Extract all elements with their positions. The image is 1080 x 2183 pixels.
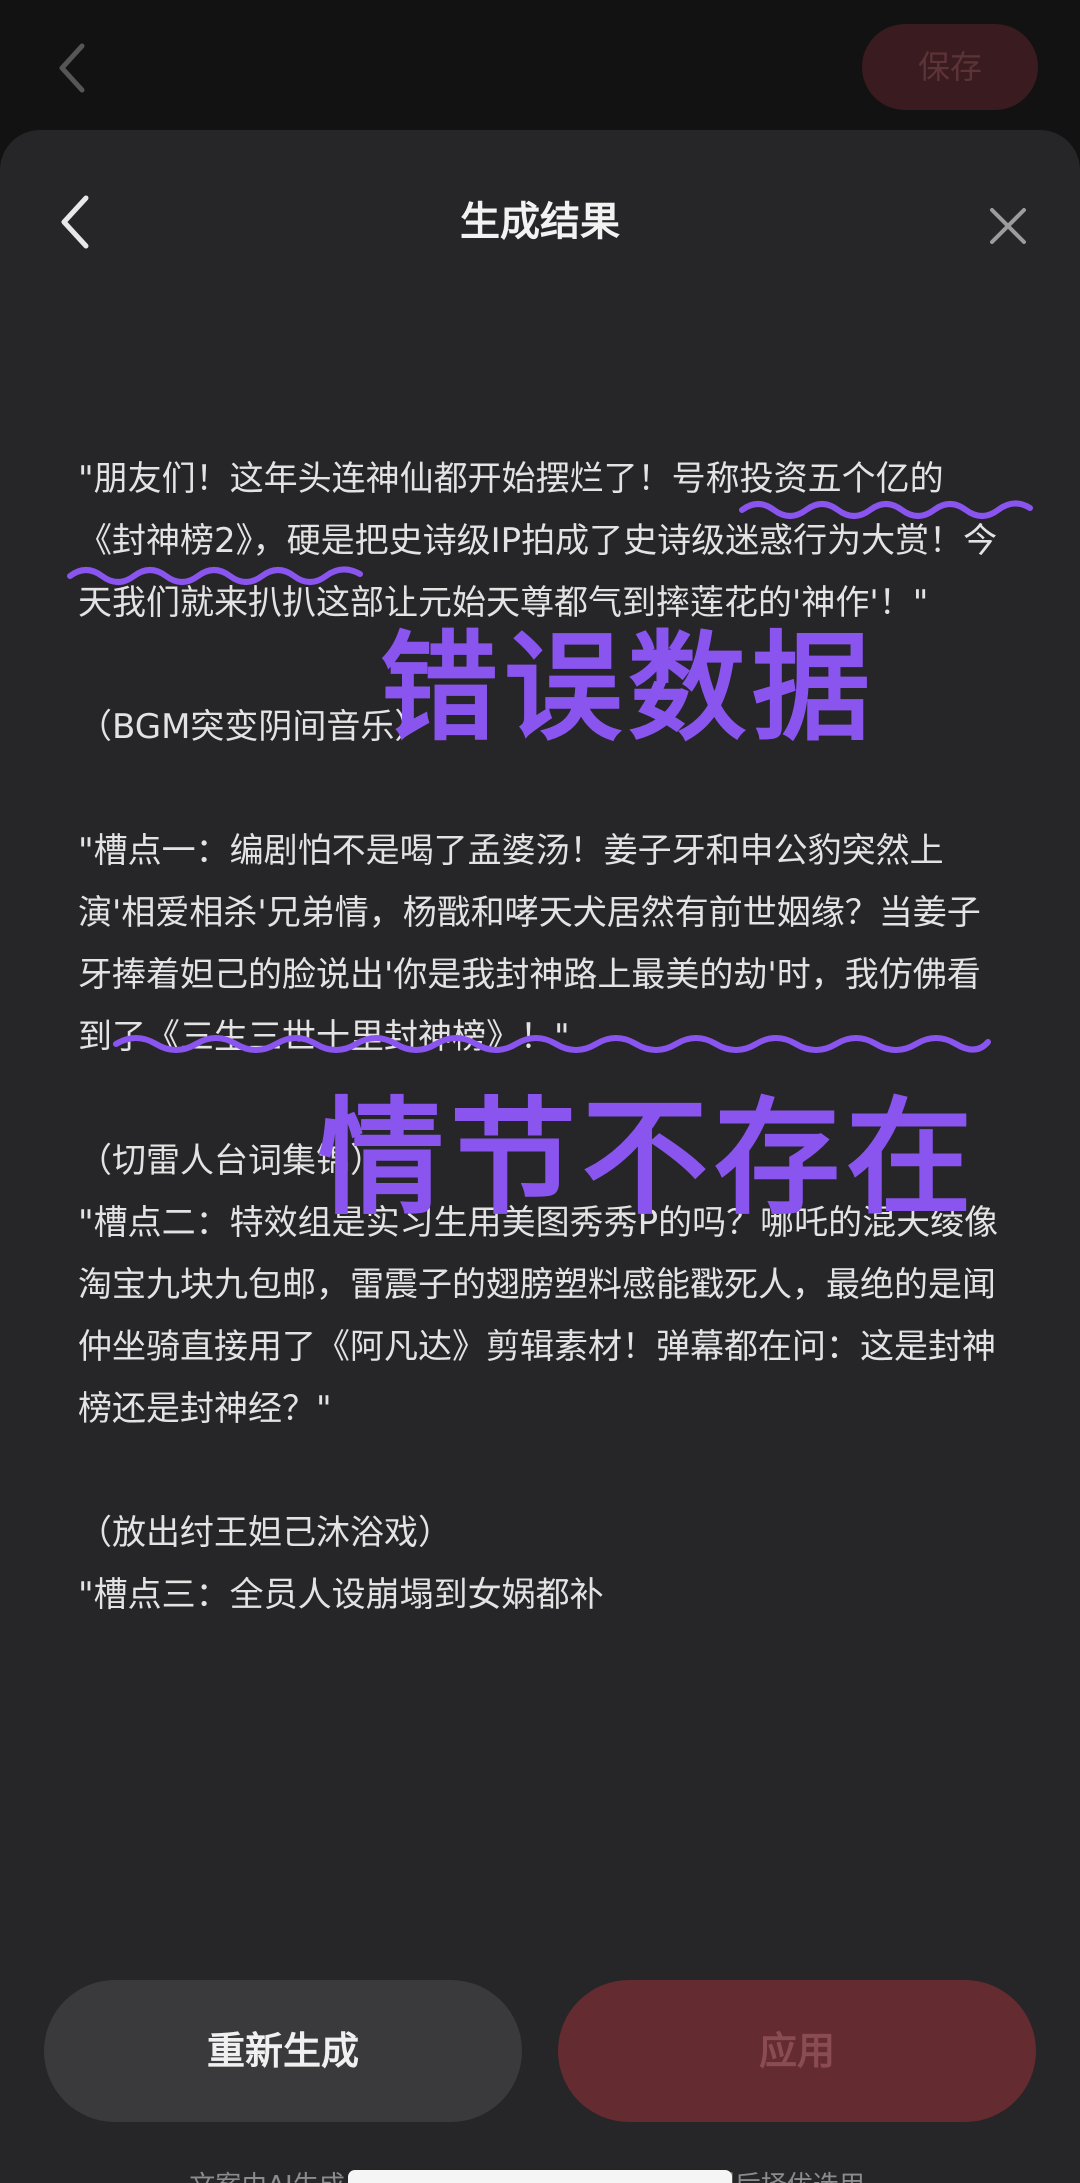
screen: 保存 生成结果 "朋友们！这年头连神仙都开始摆烂了！号称投资五个亿的《封神榜2》… xyxy=(0,0,1080,2183)
sheet-title: 生成结果 xyxy=(460,199,620,245)
generated-text: "朋友们！这年头连神仙都开始摆烂了！号称投资五个亿的《封神榜2》，硬是把史诗级I… xyxy=(78,448,1008,1626)
paragraph-intro: "朋友们！这年头连神仙都开始摆烂了！号称投资五个亿的《封神榜2》，硬是把史诗级I… xyxy=(78,459,998,623)
regenerate-button[interactable]: 重新生成 xyxy=(44,1980,522,2122)
apply-button[interactable]: 应用 xyxy=(558,1980,1036,2122)
paragraph-point-two: "槽点二：特效组是实习生用美图秀秀P的吗？哪吒的混天绫像淘宝九块九包邮，雷震子的… xyxy=(78,1203,999,1429)
paragraph-scene-note: （放出纣王妲己沐浴戏） xyxy=(78,1513,452,1553)
background-save-button[interactable]: 保存 xyxy=(862,24,1038,110)
background-back-icon[interactable] xyxy=(52,40,92,96)
paragraph-clip-note: （切雷人台词集锦） xyxy=(78,1141,384,1181)
result-sheet: 生成结果 "朋友们！这年头连神仙都开始摆烂了！号称投资五个亿的《封神榜2》，硬是… xyxy=(0,130,1080,2183)
home-indicator[interactable] xyxy=(348,2170,732,2183)
paragraph-bgm-note: （BGM突变阴间音乐） xyxy=(78,707,429,747)
paragraph-point-three: "槽点三：全员人设崩塌到女娲都补 xyxy=(78,1575,604,1615)
close-icon[interactable] xyxy=(986,204,1030,248)
paragraph-point-one: "槽点一：编剧怕不是喝了孟婆汤！姜子牙和申公豹突然上演'相爱相杀'兄弟情，杨戬和… xyxy=(78,831,981,1057)
